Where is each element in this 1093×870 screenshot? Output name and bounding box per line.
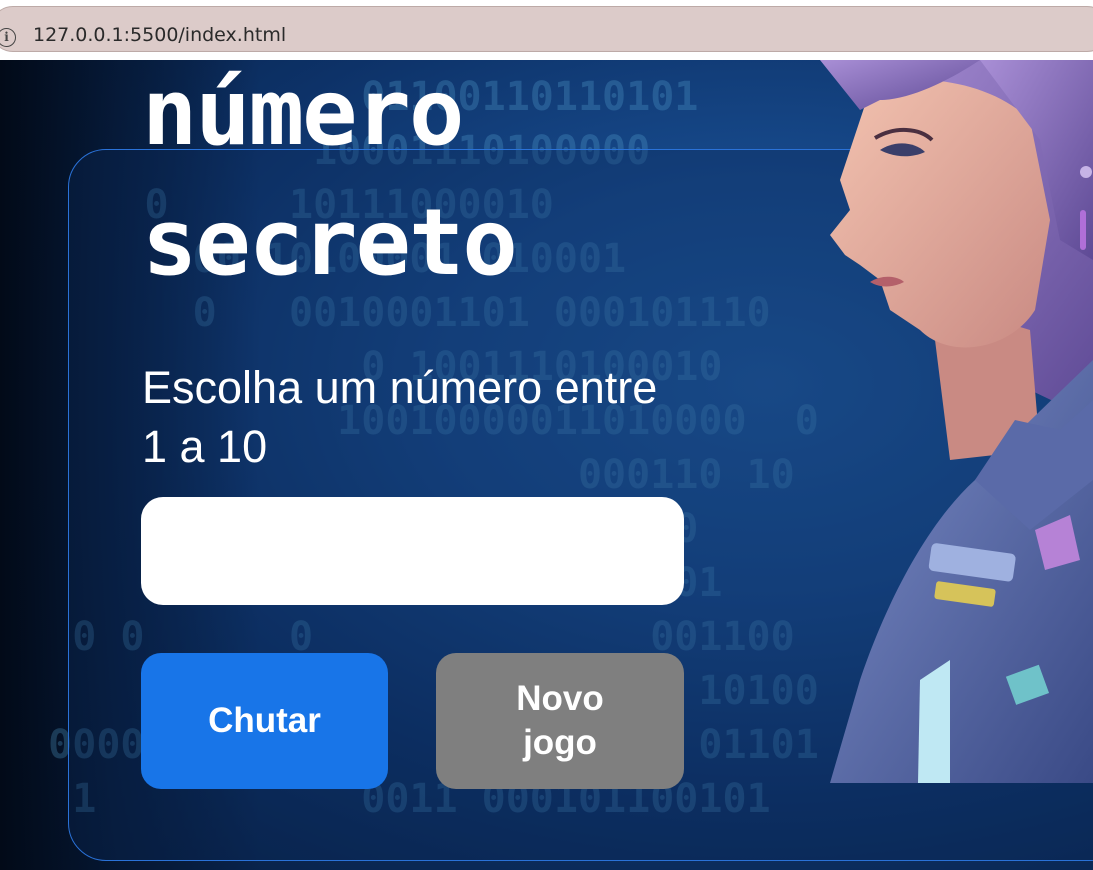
instruction-text: Escolha um número entre 1 a 10: [142, 362, 658, 472]
guess-button[interactable]: Chutar: [141, 653, 388, 789]
title-line-2: secreto: [142, 189, 518, 296]
guess-input[interactable]: [141, 497, 684, 605]
url-text[interactable]: 127.0.0.1:5500/index.html: [33, 24, 286, 46]
title-line-1: número: [142, 60, 464, 166]
new-game-button[interactable]: Novo jogo: [436, 653, 684, 789]
character-portrait-image: [820, 60, 1093, 783]
url-field[interactable]: i 127.0.0.1:5500/index.html: [0, 6, 1093, 52]
info-icon[interactable]: i: [0, 28, 16, 47]
page-title: número secreto: [142, 60, 518, 308]
game-page: 01100110110101 10001110100000 0 10111000…: [0, 60, 1093, 870]
browser-address-bar: i 127.0.0.1:5500/index.html: [0, 0, 1093, 60]
